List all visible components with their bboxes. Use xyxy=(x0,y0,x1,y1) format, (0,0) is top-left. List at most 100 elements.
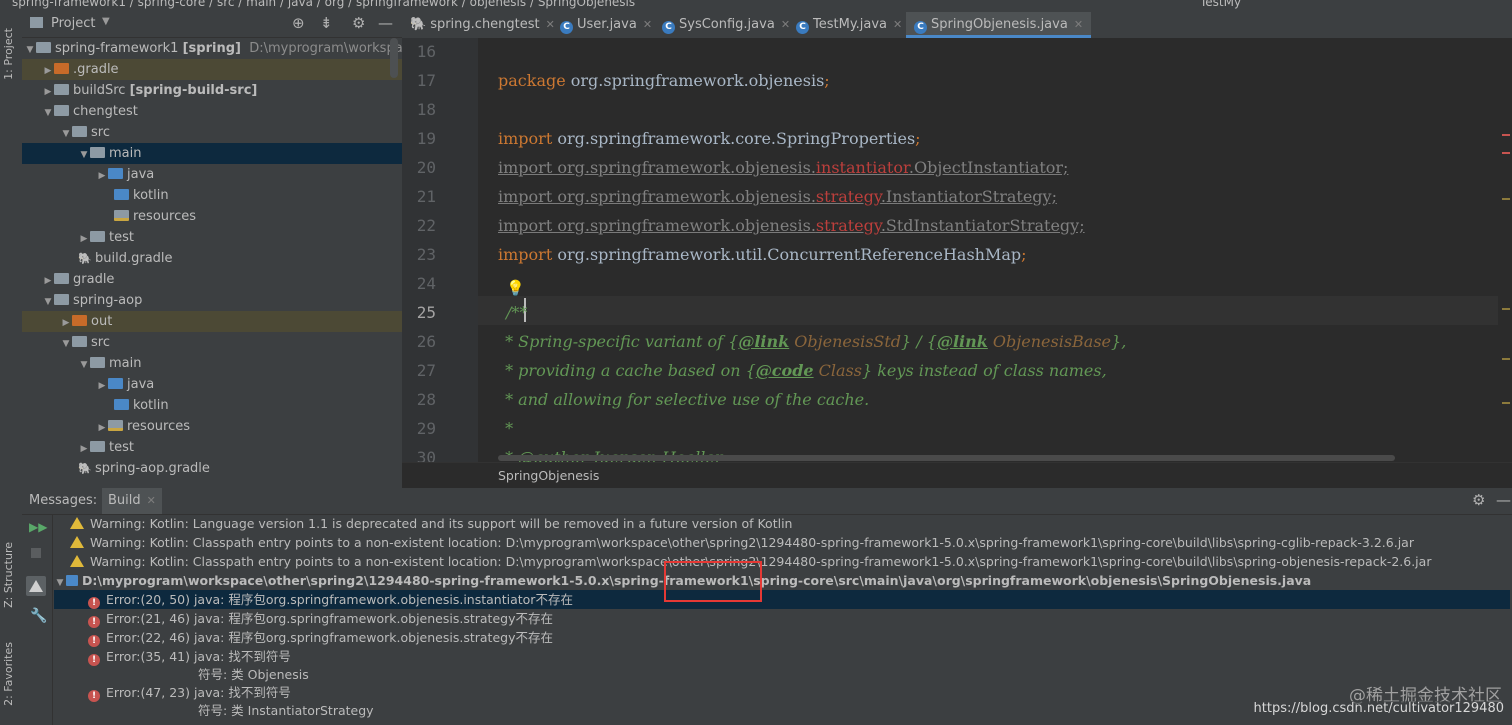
message-row[interactable]: ! Error:(20, 50) java: 程序包org.springframe… xyxy=(54,590,1510,609)
tree-item-main[interactable]: ▼ main xyxy=(22,353,402,374)
gear-icon[interactable]: ⚙ xyxy=(1472,491,1485,509)
message-row[interactable]: ! Error:(35, 41) java: 找不到符号 xyxy=(54,647,1510,666)
chevron-right-icon[interactable]: ▶ xyxy=(78,439,90,460)
unresolved-symbol[interactable]: strategy xyxy=(816,187,881,206)
message-row[interactable]: Warning: Kotlin: Language version 1.1 is… xyxy=(54,514,1510,533)
locate-icon[interactable]: ⊕ xyxy=(292,14,305,32)
code-editor[interactable]: package org.springframework.objenesis; i… xyxy=(478,38,1498,462)
editor-horizontal-scrollbar[interactable] xyxy=(498,455,1395,461)
chevron-down-icon[interactable]: ▼ xyxy=(102,16,110,27)
close-icon[interactable]: ✕ xyxy=(1074,18,1083,31)
chevron-down-icon[interactable]: ▼ xyxy=(78,355,90,376)
tree-item-java[interactable]: ▶ java xyxy=(22,374,402,395)
tree-item-test[interactable]: ▶ test xyxy=(22,227,402,248)
tree-item-java[interactable]: ▶ java xyxy=(22,164,402,185)
navigation-breadcrumb[interactable]: spring-framework1 / spring-core / src / … xyxy=(12,0,635,9)
tree-item-src[interactable]: ▼ src xyxy=(22,122,402,143)
message-row[interactable]: Warning: Kotlin: Classpath entry points … xyxy=(54,533,1510,552)
message-detail-row[interactable]: 符号: 类 Objenesis xyxy=(54,665,1510,684)
chevron-right-icon[interactable]: ▶ xyxy=(60,313,72,334)
tree-item-spring-aop-gradle[interactable]: 🐘 spring-aop.gradle xyxy=(22,458,402,479)
run-config-select[interactable]: TestMy xyxy=(1200,0,1241,9)
tree-item-dot-gradle[interactable]: ▶ .gradle xyxy=(22,59,402,80)
chevron-right-icon[interactable]: ▶ xyxy=(42,271,54,292)
chevron-right-icon[interactable]: ▶ xyxy=(78,229,90,250)
tree-item-buildsrc[interactable]: ▶ buildSrc [spring-build-src] xyxy=(22,80,402,101)
collapse-all-icon[interactable]: ⇟ xyxy=(320,14,333,32)
warning-icon xyxy=(70,555,84,567)
close-icon[interactable]: ✕ xyxy=(147,494,156,507)
close-icon[interactable]: ✕ xyxy=(643,18,652,31)
editor-breadcrumb[interactable]: SpringObjenesis xyxy=(498,468,599,483)
tab-springobjenesis-java[interactable]: C SpringObjenesis.java ✕ xyxy=(906,12,1092,38)
tree-item-label: src xyxy=(91,335,110,350)
gear-icon[interactable]: ⚙ xyxy=(352,14,365,32)
warning-marker[interactable] xyxy=(1502,402,1510,404)
tree-item-resources[interactable]: resources xyxy=(22,206,402,227)
project-tool-button[interactable]: 1: Project xyxy=(2,28,15,80)
message-file-row[interactable]: ▼ D:\myprogram\workspace\other\spring2\12… xyxy=(54,571,1510,590)
chevron-down-icon[interactable]: ▼ xyxy=(42,103,54,124)
module-folder-icon xyxy=(54,294,69,305)
error-marker[interactable] xyxy=(1502,134,1510,136)
tree-item-chengtest[interactable]: ▼ chengtest xyxy=(22,101,402,122)
unresolved-symbol[interactable]: strategy xyxy=(816,216,881,235)
tab-testmy-java[interactable]: C TestMy.java ✕ xyxy=(796,12,902,38)
hide-icon[interactable]: — xyxy=(378,14,393,32)
code-text: org.springframework.core.SpringPropertie… xyxy=(552,129,916,148)
tree-item-gradle[interactable]: ▶ gradle xyxy=(22,269,402,290)
message-row[interactable]: ! Error:(21, 46) java: 程序包org.springframe… xyxy=(54,609,1510,628)
structure-tool-button[interactable]: Z: Structure xyxy=(2,542,15,608)
favorites-tool-button[interactable]: 2: Favorites xyxy=(2,642,15,706)
tree-item-out[interactable]: ▶ out xyxy=(22,311,402,332)
chevron-right-icon[interactable]: ▶ xyxy=(42,61,54,82)
chevron-right-icon[interactable]: ▶ xyxy=(42,82,54,103)
rerun-icon[interactable]: ▶▶ xyxy=(29,520,47,534)
warning-marker[interactable] xyxy=(1502,308,1510,310)
chevron-right-icon[interactable]: ▶ xyxy=(96,418,108,439)
project-scrollbar[interactable] xyxy=(390,38,398,78)
warning-marker[interactable] xyxy=(1502,198,1510,200)
chevron-down-icon[interactable]: ▼ xyxy=(42,292,54,313)
close-icon[interactable]: ✕ xyxy=(893,18,902,31)
tab-user-java[interactable]: C User.java ✕ xyxy=(560,12,652,38)
tab-sysconfig-java[interactable]: C SysConfig.java ✕ xyxy=(662,12,790,38)
editor-tab-bar: 🐘 spring.chengtest ✕ C User.java ✕ C SysConfi… xyxy=(402,12,1512,39)
unresolved-symbol[interactable]: instantiator xyxy=(816,158,909,177)
chevron-down-icon[interactable]: ▼ xyxy=(60,334,72,355)
warning-marker[interactable] xyxy=(1502,358,1510,360)
tree-item-spring-aop[interactable]: ▼ spring-aop xyxy=(22,290,402,311)
chevron-right-icon[interactable]: ▶ xyxy=(96,166,108,187)
tree-item-test[interactable]: ▶ test xyxy=(22,437,402,458)
tree-item-src[interactable]: ▼ src xyxy=(22,332,402,353)
chevron-down-icon[interactable]: ▼ xyxy=(60,124,72,145)
tree-item-resources[interactable]: ▶ resources xyxy=(22,416,402,437)
chevron-down-icon[interactable]: ▼ xyxy=(24,40,36,61)
code-text: } keys instead of class names, xyxy=(861,361,1107,380)
chevron-down-icon[interactable]: ▼ xyxy=(78,145,90,166)
tab-build[interactable]: Build ✕ xyxy=(102,488,162,514)
tree-item-label: buildSrc xyxy=(73,83,126,98)
line-number: 28 xyxy=(416,390,436,409)
chevron-right-icon[interactable]: ▶ xyxy=(96,376,108,397)
message-row[interactable]: ! Error:(22, 46) java: 程序包org.springframe… xyxy=(54,628,1510,647)
close-icon[interactable]: ✕ xyxy=(546,18,555,31)
error-stripe[interactable] xyxy=(1498,38,1512,462)
error-marker[interactable] xyxy=(1502,152,1510,154)
project-view-title[interactable]: Project xyxy=(51,16,95,31)
filter-warnings-icon[interactable] xyxy=(26,576,46,596)
close-icon[interactable]: ✕ xyxy=(781,18,790,31)
message-row[interactable]: Warning: Kotlin: Classpath entry points … xyxy=(54,552,1510,571)
message-row[interactable]: ! Error:(47, 23) java: 找不到符号 xyxy=(54,683,1510,702)
module-folder-icon xyxy=(54,105,69,116)
lightbulb-icon[interactable]: 💡 xyxy=(506,279,525,297)
hide-icon[interactable]: — xyxy=(1496,491,1511,509)
tree-item-kotlin[interactable]: kotlin xyxy=(22,395,402,416)
stop-icon[interactable] xyxy=(31,548,41,558)
tab-spring-chengtest[interactable]: 🐘 spring.chengtest ✕ xyxy=(410,12,555,38)
wrench-icon[interactable]: 🔧 xyxy=(30,608,47,624)
tree-item-build-gradle[interactable]: 🐘 build.gradle xyxy=(22,248,402,269)
tree-item-kotlin[interactable]: kotlin xyxy=(22,185,402,206)
tree-item-spring-framework1[interactable]: ▼ spring-framework1 [spring] D:\myprogram… xyxy=(22,38,402,59)
tree-item-main[interactable]: ▼ main xyxy=(22,143,402,164)
